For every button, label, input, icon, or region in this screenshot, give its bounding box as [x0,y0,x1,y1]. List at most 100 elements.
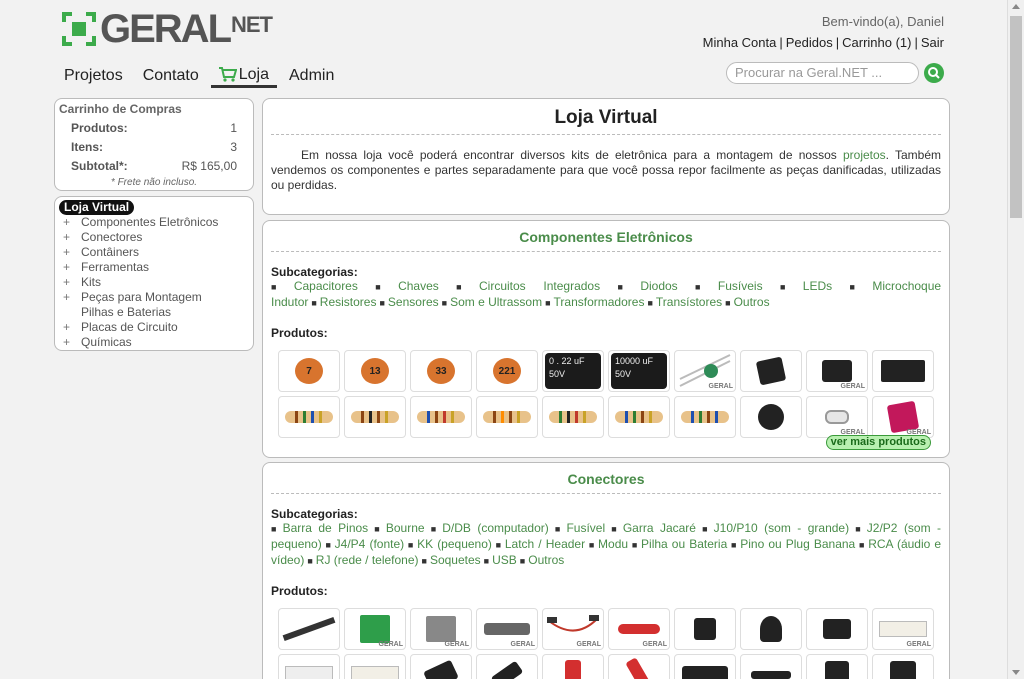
product-thumbnail[interactable]: GERAL [344,608,406,650]
product-thumbnail[interactable]: GERAL [872,608,934,650]
product-thumbnail[interactable] [410,396,472,438]
scroll-up-arrow-icon[interactable] [1012,4,1020,9]
subcategory-link[interactable]: RJ (rede / telefone) [316,553,419,567]
category-item[interactable]: + Químicas [59,335,249,350]
subcategory-link[interactable]: J10/P10 (som - grande) [714,521,849,535]
product-thumbnail[interactable]: GERAL [542,608,604,650]
product-thumbnail[interactable] [476,396,538,438]
product-thumbnail[interactable]: 221 [476,350,538,392]
product-thumbnail[interactable] [806,608,868,650]
subcategory-link[interactable]: KK (pequeno) [417,537,492,551]
nav-loja[interactable]: Loja [210,62,277,88]
expand-icon[interactable]: + [59,230,81,245]
subcategory-link[interactable]: LEDs [803,279,832,293]
product-thumbnail[interactable] [476,654,538,679]
product-thumbnail[interactable] [872,350,934,392]
product-thumbnail[interactable] [674,396,736,438]
search-button[interactable] [924,63,944,83]
subcategory-link[interactable]: Fusíveis [718,279,763,293]
scroll-down-arrow-icon[interactable] [1012,670,1020,675]
subcategory-link[interactable]: Diodos [640,279,677,293]
product-thumbnail[interactable]: GERAL [608,608,670,650]
subcategory-link[interactable]: Circuitos Integrados [479,279,600,293]
vertical-scrollbar[interactable] [1007,0,1024,679]
subcategory-link[interactable]: USB [492,553,517,567]
subcategory-link[interactable]: Pino ou Plug Banana [740,537,855,551]
expand-icon[interactable]: + [59,275,81,290]
expand-icon[interactable] [59,305,81,320]
product-thumbnail[interactable]: 13 [344,350,406,392]
section-title[interactable]: Componentes Eletrônicos [271,221,941,252]
product-thumbnail[interactable]: GERAL [344,654,406,679]
category-item[interactable]: + Componentes Eletrônicos [59,215,249,230]
subcategory-link[interactable]: Garra Jacaré [623,521,696,535]
category-item[interactable]: + Ferramentas [59,260,249,275]
subcategory-link[interactable]: Soquetes [430,553,481,567]
expand-icon[interactable]: + [59,290,81,305]
subcategory-link[interactable]: Transformadores [554,295,645,309]
product-thumbnail[interactable] [674,654,736,679]
subcategory-link[interactable]: Chaves [398,279,439,293]
product-thumbnail[interactable]: 0 . 22 uF 50V [542,350,604,392]
category-item[interactable]: + Placas de Circuito [59,320,249,335]
subcategory-link[interactable]: Outros [734,295,770,309]
product-thumbnail[interactable]: 10000 uF 50V [608,350,670,392]
expand-icon[interactable]: + [59,215,81,230]
product-thumbnail[interactable] [542,396,604,438]
nav-admin[interactable]: Admin [281,62,342,88]
subcategory-link[interactable]: Bourne [386,521,425,535]
subcategory-link[interactable]: Latch / Header [505,537,585,551]
my-account-link[interactable]: Minha Conta [703,35,777,50]
product-thumbnail[interactable]: GERAL [674,350,736,392]
subcategory-link[interactable]: Outros [528,553,564,567]
product-thumbnail[interactable]: GERAL [806,350,868,392]
more-products-button[interactable]: ver mais produtos [825,435,931,450]
category-item[interactable]: + Peças para Montagem [59,290,249,305]
category-item[interactable]: + Kits [59,275,249,290]
subcategory-link[interactable]: Modu [598,537,628,551]
subcategory-link[interactable]: Som e Ultrassom [450,295,542,309]
expand-icon[interactable]: + [59,320,81,335]
projects-link[interactable]: projetos [843,148,886,162]
product-thumbnail[interactable] [344,396,406,438]
subcategory-link[interactable]: Pilha ou Bateria [641,537,727,551]
product-thumbnail[interactable] [872,654,934,679]
product-thumbnail[interactable]: GERAL [872,396,934,438]
product-thumbnail[interactable]: GERAL [740,654,802,679]
product-thumbnail[interactable] [608,654,670,679]
category-item[interactable]: Pilhas e Baterias [59,305,249,320]
product-thumbnail[interactable] [806,654,868,679]
expand-icon[interactable]: + [59,245,81,260]
product-thumbnail[interactable] [542,654,604,679]
site-logo[interactable]: GERAL NET [62,9,273,49]
search-input[interactable]: Procurar na Geral.NET ... [726,62,919,84]
subcategory-link[interactable]: Transístores [656,295,722,309]
subcategory-link[interactable]: Sensores [388,295,439,309]
product-thumbnail[interactable] [740,608,802,650]
product-thumbnail[interactable] [608,396,670,438]
product-thumbnail[interactable] [740,396,802,438]
category-item[interactable]: + Conectores [59,230,249,245]
product-thumbnail[interactable] [740,350,802,392]
nav-projetos[interactable]: Projetos [56,62,131,88]
orders-link[interactable]: Pedidos [786,35,833,50]
product-thumbnail[interactable]: GERAL [806,396,868,438]
category-item[interactable]: + Contâiners [59,245,249,260]
product-thumbnail[interactable] [674,608,736,650]
logout-link[interactable]: Sair [921,35,944,50]
subcategory-link[interactable]: Fusível [566,521,605,535]
scrollbar-thumb[interactable] [1010,16,1022,218]
product-thumbnail[interactable]: GERAL [278,654,340,679]
category-menu-title[interactable]: Loja Virtual [59,200,135,215]
cart-link[interactable]: Carrinho (1) [842,35,911,50]
section-title[interactable]: Conectores [271,463,941,494]
subcategory-link[interactable]: Barra de Pinos [283,521,369,535]
expand-icon[interactable]: + [59,335,81,350]
product-thumbnail[interactable]: 33 [410,350,472,392]
product-thumbnail[interactable]: GERAL [476,608,538,650]
subcategory-link[interactable]: Resistores [320,295,377,309]
product-thumbnail[interactable]: 7 [278,350,340,392]
nav-contato[interactable]: Contato [135,62,207,88]
product-thumbnail[interactable] [410,654,472,679]
subcategory-link[interactable]: J4/P4 (fonte) [335,537,404,551]
